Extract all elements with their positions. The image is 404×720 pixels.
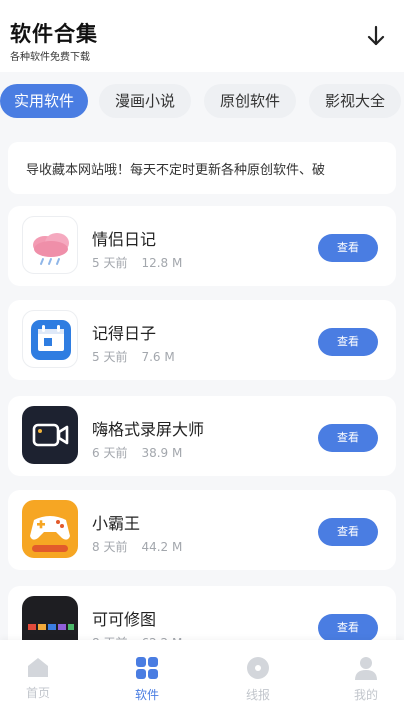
app-update-time: 8 天前: [92, 540, 128, 554]
user-icon: [355, 657, 377, 680]
view-button[interactable]: 查看: [318, 234, 378, 262]
nav-item-me[interactable]: 我的: [326, 650, 404, 710]
gamepad-icon: [22, 500, 78, 558]
app-header: 软件合集 各种软件免费下载: [0, 0, 404, 72]
app-meta: 6 天前 38.9 M: [92, 444, 182, 461]
view-button[interactable]: 查看: [318, 518, 378, 546]
app-update-time: 5 天前: [92, 256, 128, 270]
nav-label: 软件: [134, 688, 159, 702]
nav-item-home[interactable]: 首页: [0, 650, 78, 710]
app-size: 38.9 M: [141, 446, 183, 460]
compass-icon: [247, 657, 269, 679]
calendar-icon: [22, 310, 78, 368]
app-name: 记得日子: [92, 324, 157, 343]
download-button[interactable]: [364, 22, 388, 50]
app-card[interactable]: 小霸王 8 天前 44.2 M 查看: [8, 490, 396, 570]
page-subtitle: 各种软件免费下载: [10, 52, 90, 63]
app-name: 可可修图: [92, 610, 157, 629]
nav-item-deals[interactable]: 线报: [218, 650, 298, 710]
view-button[interactable]: 查看: [318, 614, 378, 642]
nav-label: 首页: [25, 686, 50, 700]
app-name: 小霸王: [92, 514, 141, 533]
nav-label: 我的: [353, 688, 378, 702]
app-card[interactable]: 记得日子 5 天前 7.6 M 查看: [8, 300, 396, 380]
app-card[interactable]: 嗨格式录屏大师 6 天前 38.9 M 查看: [8, 396, 396, 476]
app-card[interactable]: 情侣日记 5 天前 12.8 M 查看: [8, 206, 396, 286]
app-size: 44.2 M: [141, 540, 183, 554]
pink-cloud-icon: [22, 216, 78, 274]
view-button[interactable]: 查看: [318, 424, 378, 452]
app-name: 嗨格式录屏大师: [92, 420, 205, 439]
app-size: 12.8 M: [141, 256, 183, 270]
app-meta: 5 天前 7.6 M: [92, 348, 175, 365]
tab-original-software[interactable]: 原创软件: [204, 84, 296, 118]
app-meta: 5 天前 12.8 M: [92, 254, 182, 271]
page-title: 软件合集: [10, 22, 98, 46]
notice-text: 导收藏本网站哦！每天不定时更新各种原创软件、破: [26, 163, 326, 178]
home-icon: [28, 658, 48, 677]
category-tabs: 实用软件 漫画小说 原创软件 影视大全: [0, 80, 404, 124]
grid-icon: [136, 657, 158, 679]
app-size: 7.6 M: [141, 350, 175, 364]
tab-film-tv[interactable]: 影视大全: [309, 84, 401, 118]
app-name: 情侣日记: [92, 230, 157, 249]
video-camera-icon: [22, 406, 78, 464]
notice-banner: 导收藏本网站哦！每天不定时更新各种原创软件、破: [8, 142, 396, 194]
bottom-nav: 首页 软件 线报 我的: [0, 640, 404, 720]
download-arrow-icon: [367, 25, 385, 46]
app-update-time: 5 天前: [92, 350, 128, 364]
app-meta: 8 天前 44.2 M: [92, 538, 182, 555]
tab-practical-software[interactable]: 实用软件: [0, 84, 88, 118]
nav-item-software[interactable]: 软件: [107, 650, 187, 710]
tab-comics-novels[interactable]: 漫画小说: [99, 84, 191, 118]
nav-label: 线报: [245, 688, 270, 702]
view-button[interactable]: 查看: [318, 328, 378, 356]
app-update-time: 6 天前: [92, 446, 128, 460]
